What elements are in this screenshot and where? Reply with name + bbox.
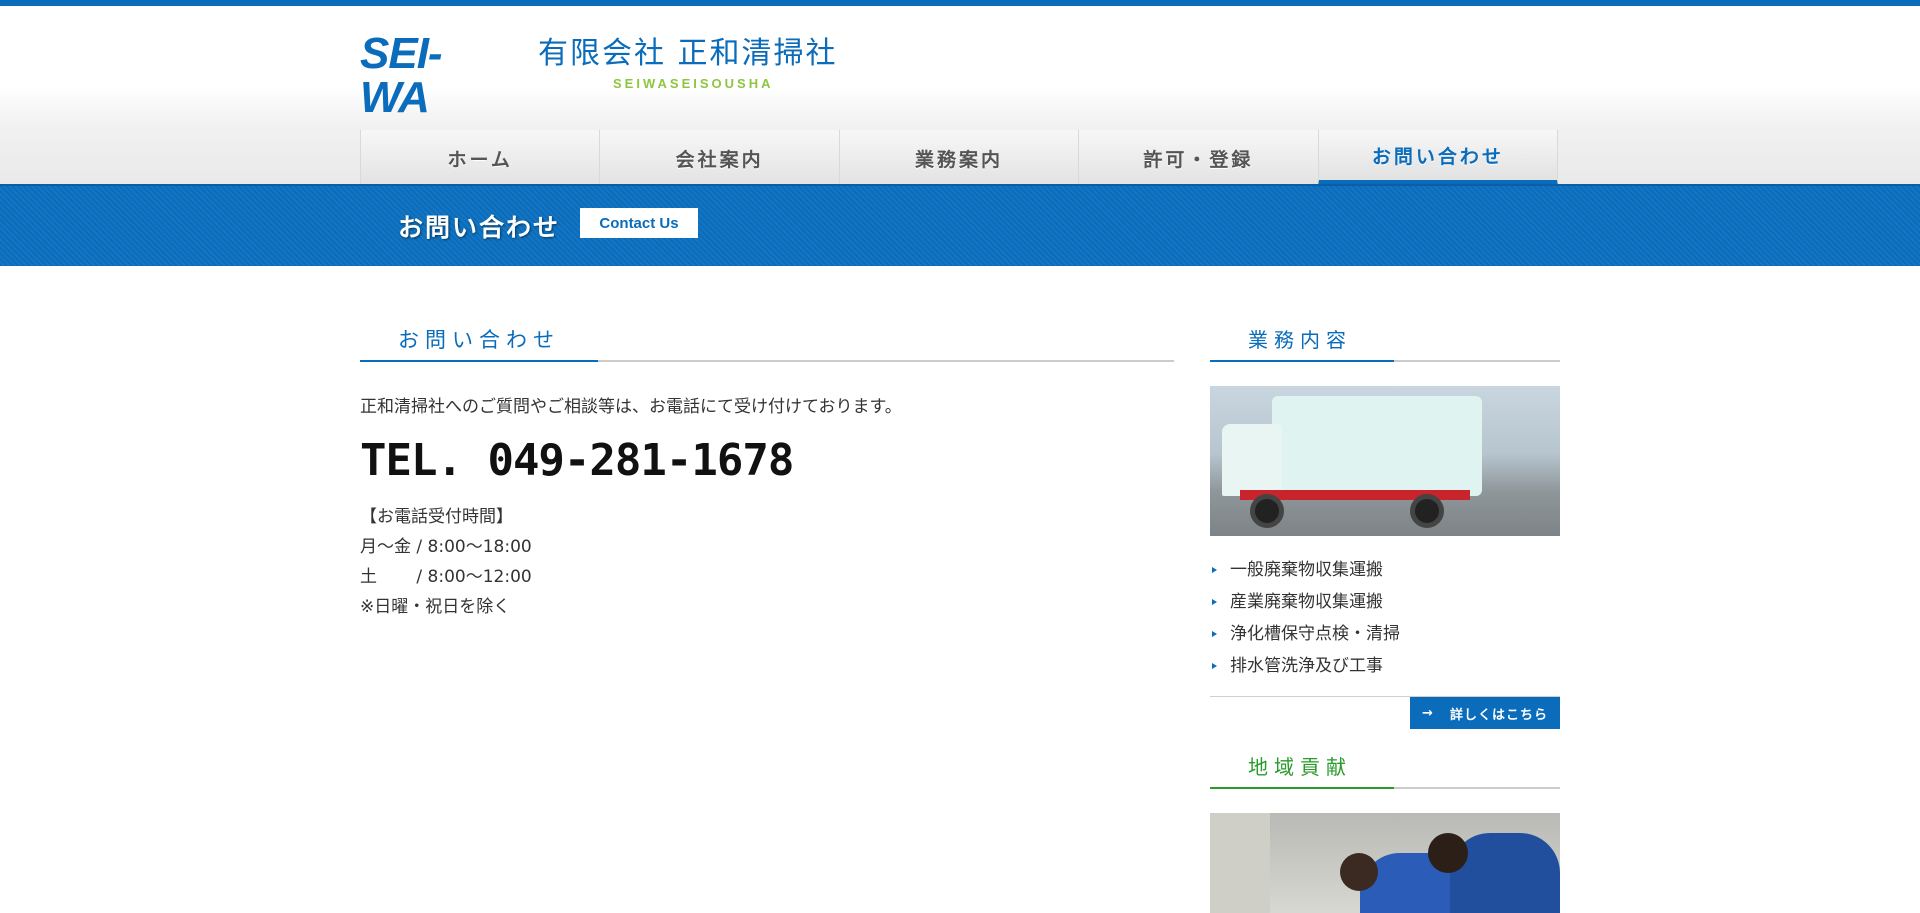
business-underline — [1210, 360, 1394, 362]
hours-note: ※日曜・祝日を除く — [360, 597, 511, 617]
site-header: SEI-WA 有限会社 正和清掃社 SEIWASEISOUSHA ホーム 会社案… — [0, 6, 1920, 186]
garbage-truck-photo[interactable] — [1210, 386, 1560, 536]
volunteer-head-1 — [1340, 853, 1378, 891]
banner-title: お問い合わせ — [398, 213, 561, 242]
community-heading: 地域貢献 — [1210, 747, 1560, 789]
utility-pole-shape — [1210, 813, 1270, 913]
details-button[interactable]: → 詳しくはこちら — [1410, 697, 1560, 729]
truck-body-shape — [1272, 396, 1482, 496]
main-content: お問い合わせ 正和清掃社へのご質問やご相談等は、お電話にて受け付けております。 … — [360, 320, 1174, 622]
truck-wheel-rear — [1410, 494, 1444, 528]
nav-item-services[interactable]: 業務案内 — [838, 130, 1079, 186]
nav-item-home[interactable]: ホーム — [360, 130, 600, 186]
community-underline — [1210, 787, 1394, 789]
phone-number[interactable]: TEL. 049-281-1678 — [360, 435, 1174, 486]
hours-saturday: 土 / 8:00〜12:00 — [360, 567, 532, 587]
business-list: 一般廃棄物収集運搬 産業廃棄物収集運搬 浄化槽保守点検・清掃 排水管洗浄及び工事 — [1210, 554, 1560, 682]
business-item-general-waste[interactable]: 一般廃棄物収集運搬 — [1210, 554, 1560, 586]
page-banner: お問い合わせ Contact Us — [0, 184, 1920, 266]
banner-tag: Contact Us — [580, 208, 698, 238]
community-title: 地域貢献 — [1248, 755, 1352, 779]
business-item-septic-tank[interactable]: 浄化槽保守点検・清掃 — [1210, 618, 1560, 650]
section-heading: お問い合わせ — [360, 320, 1174, 362]
nav-item-licenses[interactable]: 許可・登録 — [1078, 130, 1318, 186]
details-button-label: 詳しくはこちら — [1449, 707, 1548, 723]
company-romaji: SEIWASEISOUSHA — [613, 76, 774, 91]
truck-wheel-front — [1250, 494, 1284, 528]
truck-cab-shape — [1222, 424, 1282, 496]
business-hours: 【お電話受付時間】 月〜金 / 8:00〜18:00 土 / 8:00〜12:0… — [360, 502, 1174, 622]
nav-item-contact[interactable]: お問い合わせ — [1317, 130, 1559, 186]
logo-mark: SEI-WA — [360, 29, 443, 122]
global-nav: ホーム 会社案内 業務案内 許可・登録 お問い合わせ — [360, 130, 1559, 186]
community-photo[interactable] — [1210, 813, 1560, 913]
sidebar: 業務内容 一般廃棄物収集運搬 産業廃棄物収集運搬 浄化槽保守点検・清掃 排水管洗… — [1210, 320, 1560, 913]
hours-weekday: 月〜金 / 8:00〜18:00 — [360, 537, 532, 557]
business-title: 業務内容 — [1248, 328, 1352, 352]
nav-item-company[interactable]: 会社案内 — [599, 130, 839, 186]
heading-underline — [360, 360, 598, 362]
company-name: 有限会社 正和清掃社 — [538, 36, 838, 71]
business-heading: 業務内容 — [1210, 320, 1560, 362]
section-title: お問い合わせ — [398, 328, 560, 352]
more-row: → 詳しくはこちら — [1210, 696, 1560, 731]
business-item-industrial-waste[interactable]: 産業廃棄物収集運搬 — [1210, 586, 1560, 618]
volunteer-head-2 — [1428, 833, 1468, 873]
business-item-drain-cleaning[interactable]: 排水管洗浄及び工事 — [1210, 650, 1560, 682]
lead-text: 正和清掃社へのご質問やご相談等は、お電話にて受け付けております。 — [360, 397, 902, 417]
arrow-right-icon: → — [1422, 705, 1434, 721]
hours-heading: 【お電話受付時間】 — [360, 507, 513, 527]
